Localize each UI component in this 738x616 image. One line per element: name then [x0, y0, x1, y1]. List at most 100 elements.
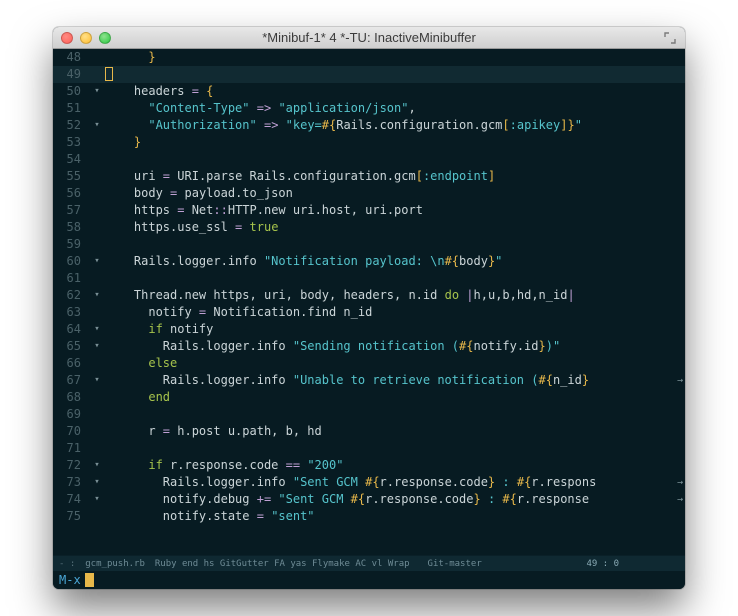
line-number: 75 [53, 508, 89, 525]
code-line[interactable]: 75 notify.state = "sent" [53, 508, 685, 525]
line-content[interactable]: Rails.logger.info "Sending notification … [105, 338, 685, 355]
line-number: 67 [53, 372, 89, 389]
code-line[interactable]: 56 body = payload.to_json [53, 185, 685, 202]
code-line[interactable]: 63 notify = Notification.find n_id [53, 304, 685, 321]
code-line[interactable]: 49 [53, 66, 685, 83]
line-content[interactable]: notify.debug += "Sent GCM #{r.response.c… [105, 491, 685, 508]
line-content[interactable]: https = Net::HTTP.new uri.host, uri.port [105, 202, 685, 219]
fold-indicator-icon [89, 100, 105, 117]
fold-indicator-icon[interactable]: ▾ [89, 491, 105, 508]
line-content[interactable]: } [105, 49, 685, 66]
line-number: 63 [53, 304, 89, 321]
code-line[interactable]: 54 [53, 151, 685, 168]
line-number: 54 [53, 151, 89, 168]
line-content[interactable]: "Content-Type" => "application/json", [105, 100, 685, 117]
fold-indicator-icon [89, 219, 105, 236]
code-line[interactable]: 59 [53, 236, 685, 253]
line-content[interactable] [105, 270, 685, 287]
line-content[interactable] [105, 236, 685, 253]
fold-indicator-icon [89, 270, 105, 287]
line-number: 53 [53, 134, 89, 151]
code-line[interactable]: 73▾ Rails.logger.info "Sent GCM #{r.resp… [53, 474, 685, 491]
code-line[interactable]: 61 [53, 270, 685, 287]
line-content[interactable]: body = payload.to_json [105, 185, 685, 202]
editor-area[interactable]: 48 }4950▾ headers = {51 "Content-Type" =… [53, 49, 685, 555]
line-content[interactable]: if notify [105, 321, 685, 338]
code-line[interactable]: 67▾ Rails.logger.info "Unable to retriev… [53, 372, 685, 389]
fold-indicator-icon[interactable]: ▾ [89, 253, 105, 270]
line-content[interactable]: notify = Notification.find n_id [105, 304, 685, 321]
line-content[interactable] [105, 406, 685, 423]
line-content[interactable]: https.use_ssl = true [105, 219, 685, 236]
line-content[interactable]: Rails.logger.info "Sent GCM #{r.response… [105, 474, 685, 491]
code-line[interactable]: 60▾ Rails.logger.info "Notification payl… [53, 253, 685, 270]
fold-indicator-icon[interactable]: ▾ [89, 457, 105, 474]
line-number: 57 [53, 202, 89, 219]
code-line[interactable]: 50▾ headers = { [53, 83, 685, 100]
code-line[interactable]: 68 end [53, 389, 685, 406]
line-content[interactable]: uri = URI.parse Rails.configuration.gcm[… [105, 168, 685, 185]
code-line[interactable]: 65▾ Rails.logger.info "Sending notificat… [53, 338, 685, 355]
line-content[interactable]: } [105, 134, 685, 151]
line-content[interactable]: headers = { [105, 83, 685, 100]
line-content[interactable]: notify.state = "sent" [105, 508, 685, 525]
line-number: 70 [53, 423, 89, 440]
code-line[interactable]: 57 https = Net::HTTP.new uri.host, uri.p… [53, 202, 685, 219]
code-line[interactable]: 52▾ "Authorization" => "key=#{Rails.conf… [53, 117, 685, 134]
line-number: 60 [53, 253, 89, 270]
titlebar: *Minibuf-1* 4 *-TU: InactiveMinibuffer [53, 27, 685, 49]
minimize-icon[interactable] [80, 32, 92, 44]
fold-indicator-icon[interactable]: ▾ [89, 83, 105, 100]
line-content[interactable]: if r.response.code == "200" [105, 457, 685, 474]
fold-indicator-icon[interactable]: ▾ [89, 474, 105, 491]
line-number: 73 [53, 474, 89, 491]
line-number: 74 [53, 491, 89, 508]
line-content[interactable]: else [105, 355, 685, 372]
code-line[interactable]: 71 [53, 440, 685, 457]
fold-indicator-icon[interactable]: ▾ [89, 338, 105, 355]
fold-indicator-icon[interactable]: ▾ [89, 372, 105, 389]
line-number: 64 [53, 321, 89, 338]
line-content[interactable]: end [105, 389, 685, 406]
line-number: 58 [53, 219, 89, 236]
minor-modes: Ruby end hs GitGutter FA yas Flymake AC … [155, 559, 410, 569]
line-content[interactable]: Rails.logger.info "Notification payload:… [105, 253, 685, 270]
minibuffer[interactable]: M-x [53, 571, 685, 589]
dash-icon: - : [59, 559, 75, 569]
line-content[interactable]: "Authorization" => "key=#{Rails.configur… [105, 117, 685, 134]
fold-indicator-icon [89, 406, 105, 423]
code-line[interactable]: 64▾ if notify [53, 321, 685, 338]
code-line[interactable]: 72▾ if r.response.code == "200" [53, 457, 685, 474]
code-line[interactable]: 53 } [53, 134, 685, 151]
code-line[interactable]: 55 uri = URI.parse Rails.configuration.g… [53, 168, 685, 185]
line-content[interactable]: Rails.logger.info "Unable to retrieve no… [105, 372, 685, 389]
line-content[interactable]: r = h.post u.path, b, hd [105, 423, 685, 440]
fold-indicator-icon[interactable]: ▾ [89, 117, 105, 134]
close-icon[interactable] [61, 32, 73, 44]
code-line[interactable]: 66 else [53, 355, 685, 372]
code-line[interactable]: 69 [53, 406, 685, 423]
code-line[interactable]: 74▾ notify.debug += "Sent GCM #{r.respon… [53, 491, 685, 508]
line-wrap-icon: → [677, 474, 683, 491]
code-line[interactable]: 58 https.use_ssl = true [53, 219, 685, 236]
fold-indicator-icon[interactable]: ▾ [89, 287, 105, 304]
line-content[interactable] [105, 151, 685, 168]
line-content[interactable] [105, 440, 685, 457]
line-number: 48 [53, 49, 89, 66]
cursor-position: 49 : 0 [586, 559, 619, 569]
line-content[interactable]: Thread.new https, uri, body, headers, n.… [105, 287, 685, 304]
fullscreen-icon[interactable] [663, 31, 677, 45]
code-line[interactable]: 48 } [53, 49, 685, 66]
code-line[interactable]: 51 "Content-Type" => "application/json", [53, 100, 685, 117]
code-line[interactable]: 70 r = h.post u.path, b, hd [53, 423, 685, 440]
zoom-icon[interactable] [99, 32, 111, 44]
fold-indicator-icon [89, 168, 105, 185]
emacs-window: *Minibuf-1* 4 *-TU: InactiveMinibuffer 4… [53, 27, 685, 589]
fold-indicator-icon[interactable]: ▾ [89, 321, 105, 338]
line-content[interactable] [105, 66, 685, 83]
code-line[interactable]: 62▾ Thread.new https, uri, body, headers… [53, 287, 685, 304]
cursor-outline-icon [105, 67, 113, 81]
line-wrap-icon: → [677, 491, 683, 508]
code-content[interactable]: 48 }4950▾ headers = {51 "Content-Type" =… [53, 49, 685, 555]
line-number: 51 [53, 100, 89, 117]
